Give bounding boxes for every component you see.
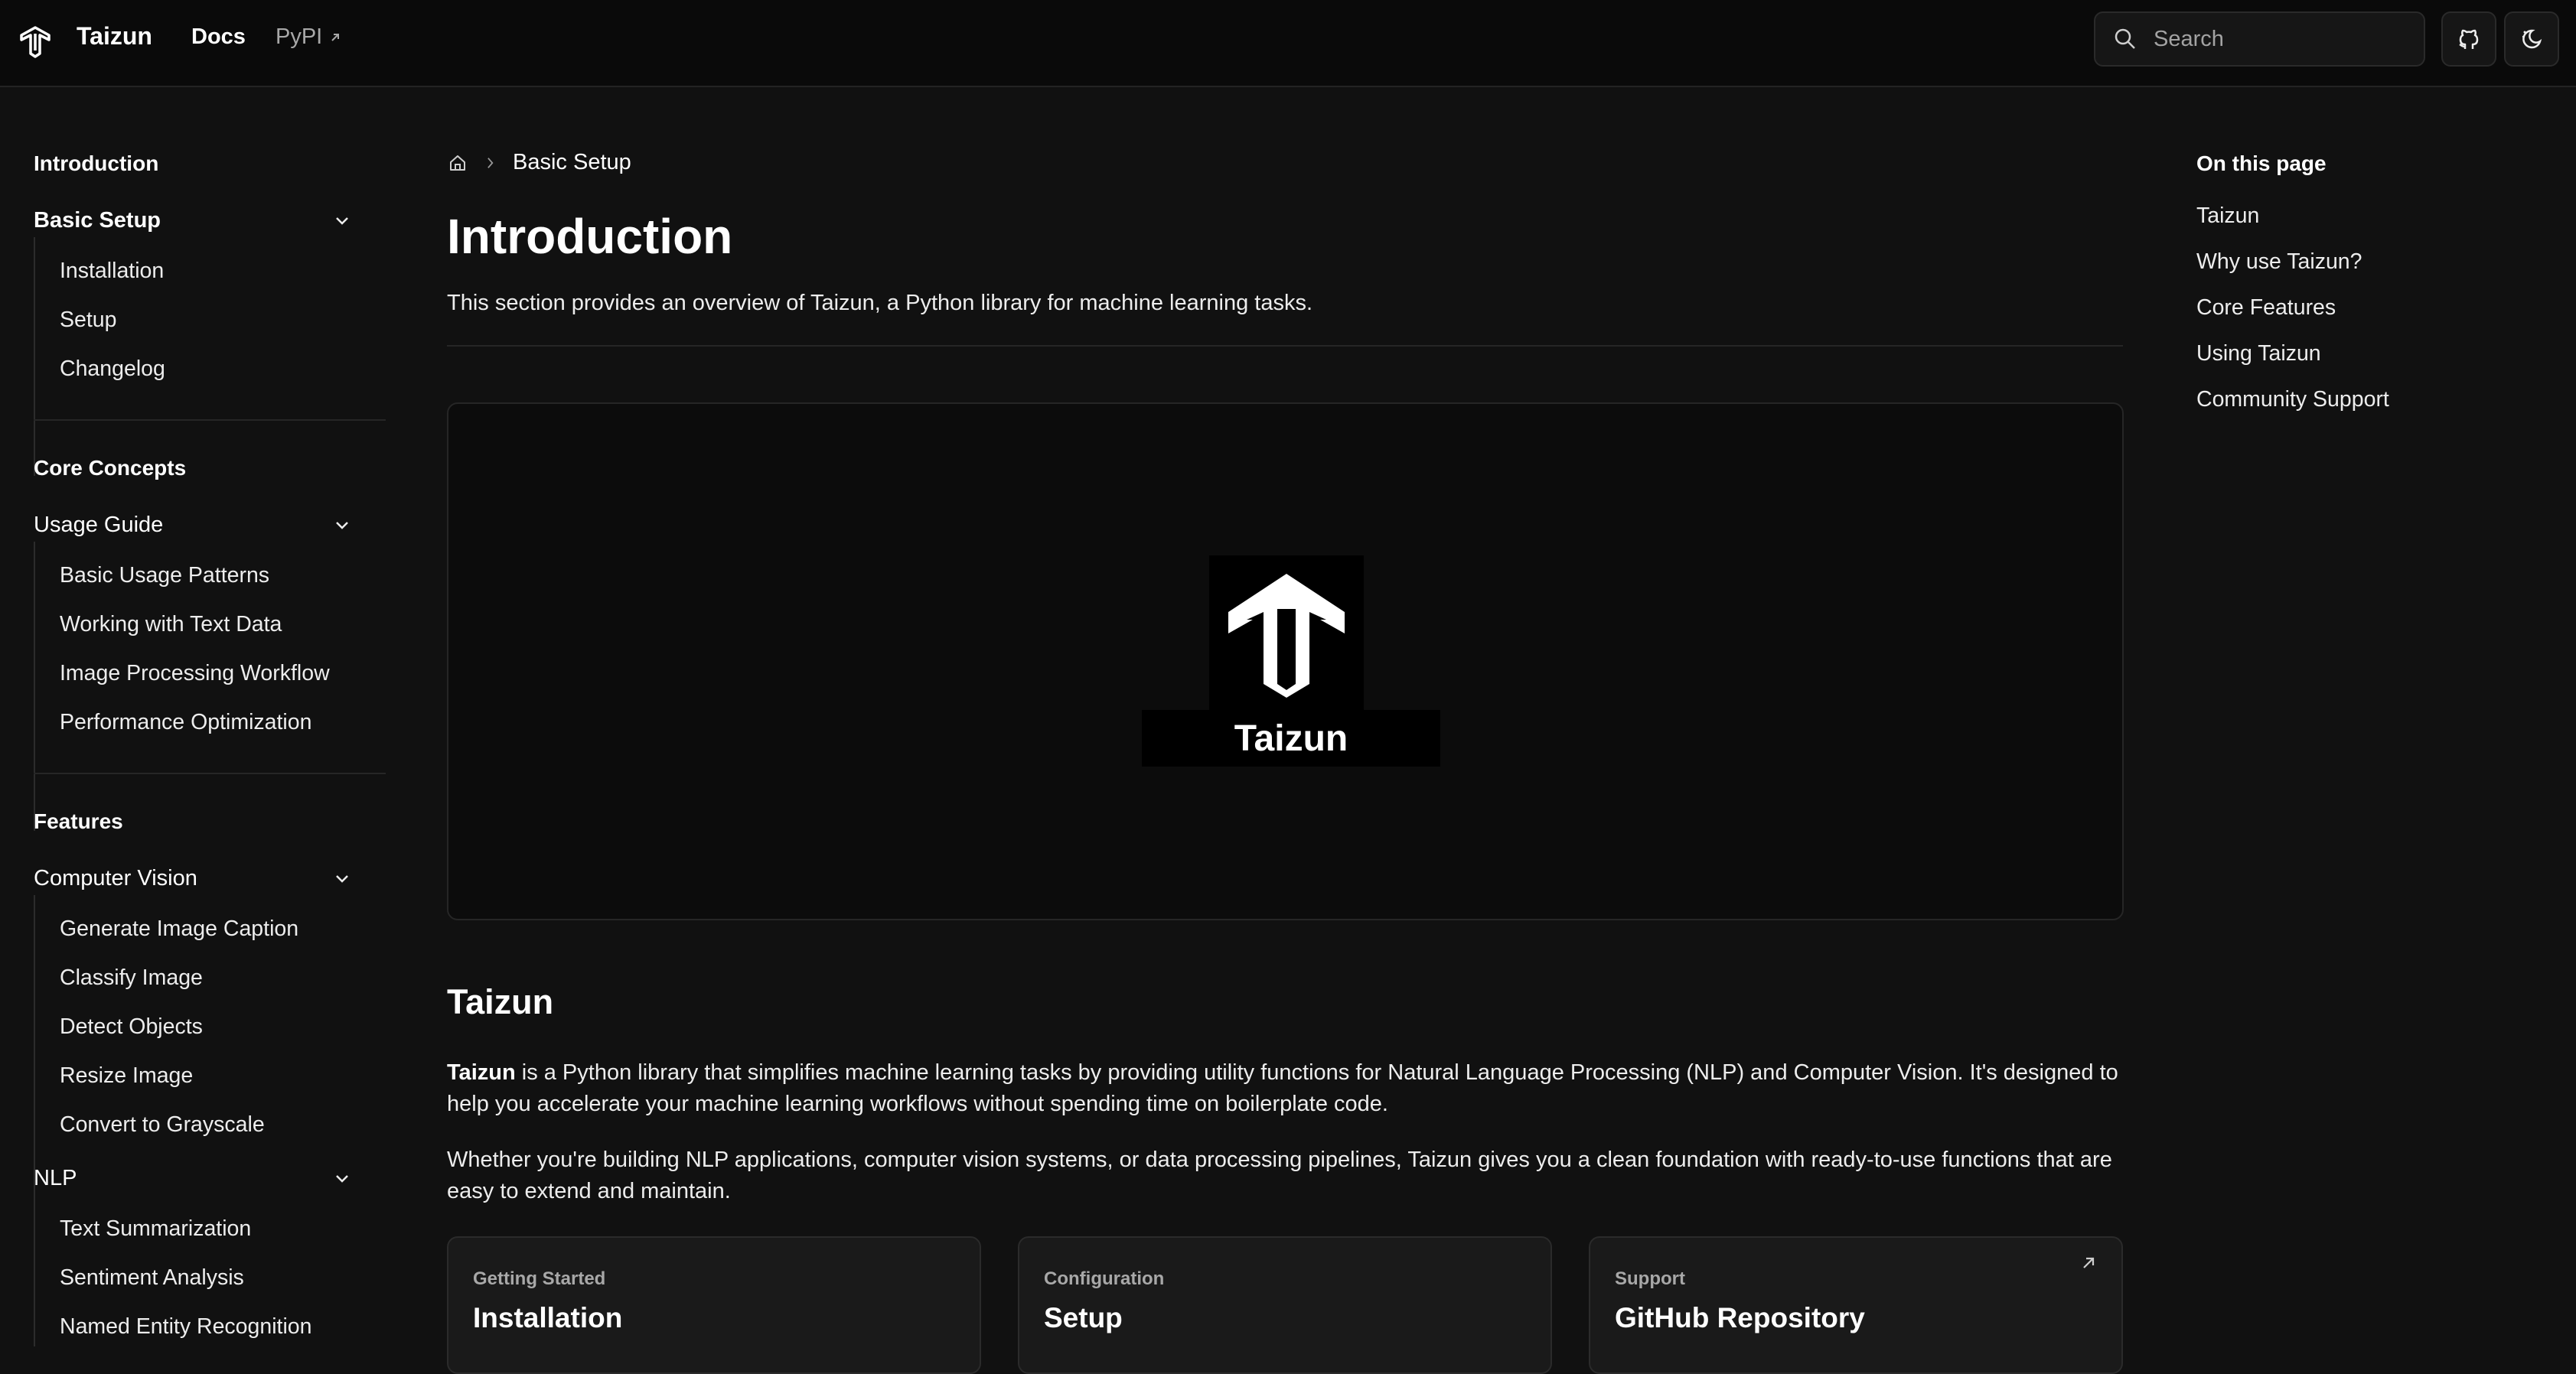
chevron-down-icon (336, 1175, 348, 1183)
sidebar-item-changelog[interactable]: Changelog (60, 357, 165, 382)
search-input[interactable] (2152, 25, 2412, 53)
toc-title: On this page (2196, 151, 2327, 175)
sidebar-item-performance-optimization[interactable]: Performance Optimization (60, 710, 311, 735)
card-kicker: Configuration (1044, 1268, 1165, 1289)
toc-item-core-features[interactable]: Core Features (2196, 295, 2336, 321)
chevron-down-icon (336, 217, 348, 225)
taizun-logo-icon[interactable] (18, 24, 52, 58)
sidebar-item-classify-image[interactable]: Classify Image (60, 965, 203, 991)
divider (447, 345, 2123, 347)
sidebar-section-introduction[interactable]: Introduction (34, 151, 158, 176)
sidebar-group-label: NLP (34, 1165, 77, 1190)
card-kicker: Getting Started (473, 1268, 606, 1289)
search-box[interactable] (2094, 11, 2425, 67)
theme-toggle-icon (2522, 29, 2542, 49)
sidebar-item-generate-image-caption[interactable]: Generate Image Caption (60, 917, 298, 942)
github-icon (2459, 29, 2479, 49)
toc-item-taizun[interactable]: Taizun (2196, 203, 2259, 229)
left-sidebar: Introduction Basic Setup Installation Se… (0, 89, 398, 1346)
taizun-logo-icon (1228, 574, 1345, 698)
sidebar-item-detect-objects[interactable]: Detect Objects (60, 1014, 203, 1040)
sidebar-group-label: Computer Vision (34, 865, 197, 890)
card-title: Setup (1044, 1302, 1123, 1333)
sidebar-item-installation[interactable]: Installation (60, 259, 164, 284)
toc-item-why-use-taizun[interactable]: Why use Taizun? (2196, 249, 2362, 275)
sidebar-item-resize-image[interactable]: Resize Image (60, 1063, 193, 1089)
external-link-icon (2083, 1257, 2095, 1268)
sidebar-divider (34, 419, 386, 421)
sidebar-item-image-processing-workflow[interactable]: Image Processing Workflow (60, 661, 330, 686)
sidebar-divider (34, 773, 386, 774)
sidebar-section-features[interactable]: Features (34, 809, 123, 834)
intro-paragraph-text: is a Python library that simplifies mach… (447, 1060, 2118, 1116)
intro-paragraph: Taizun is a Python library that simplifi… (447, 1057, 2123, 1120)
sidebar-group-basic-setup[interactable]: Basic Setup (34, 203, 363, 237)
theme-toggle-button[interactable] (2504, 11, 2559, 67)
card-setup[interactable]: Configuration Setup (1018, 1236, 1552, 1374)
card-installation[interactable]: Getting Started Installation (447, 1236, 981, 1374)
sidebar-item-text-summarization[interactable]: Text Summarization (60, 1216, 251, 1242)
section-heading-taizun: Taizun (447, 982, 554, 1021)
breadcrumb-current[interactable]: Basic Setup (513, 150, 631, 175)
sidebar-item-working-with-text-data[interactable]: Working with Text Data (60, 612, 282, 637)
hero-logo-wordmark: Taizun (1142, 710, 1440, 767)
sidebar-group-nlp[interactable]: NLP (34, 1161, 363, 1195)
chevron-right-icon (487, 157, 494, 168)
sidebar-item-sentiment-analysis[interactable]: Sentiment Analysis (60, 1265, 244, 1291)
external-link-icon (331, 33, 340, 41)
top-navbar: Taizun Docs PyPI (0, 0, 2576, 87)
page-title: Introduction (447, 209, 733, 264)
card-title: GitHub Repository (1615, 1302, 1865, 1333)
breadcrumb: Basic Setup (447, 150, 631, 175)
sidebar-section-core-concepts[interactable]: Core Concepts (34, 456, 186, 480)
sidebar-item-setup[interactable]: Setup (60, 308, 116, 333)
github-button[interactable] (2441, 11, 2496, 67)
secondary-paragraph: Whether you're building NLP applications… (447, 1148, 2112, 1203)
sidebar-item-named-entity-recognition[interactable]: Named Entity Recognition (60, 1314, 312, 1340)
sidebar-group-label: Usage Guide (34, 512, 164, 537)
home-icon[interactable] (447, 152, 468, 174)
toc-item-community-support[interactable]: Community Support (2196, 387, 2389, 412)
sidebar-group-computer-vision[interactable]: Computer Vision (34, 861, 363, 895)
nav-pypi-label: PyPI (276, 24, 323, 49)
card-github-repository[interactable]: Support GitHub Repository (1589, 1236, 2123, 1374)
brand-name[interactable]: Taizun (77, 22, 152, 50)
sidebar-rail (34, 542, 35, 831)
sidebar-group-usage-guide[interactable]: Usage Guide (34, 508, 363, 542)
nav-pypi-link[interactable]: PyPI (276, 24, 342, 50)
sidebar-rail (34, 1195, 35, 1346)
sidebar-group-label: Basic Setup (34, 207, 161, 233)
page-lead: This section provides an overview of Tai… (447, 291, 1313, 315)
nav-docs-link[interactable]: Docs (191, 24, 246, 50)
search-icon (2115, 28, 2135, 49)
sidebar-item-basic-usage-patterns[interactable]: Basic Usage Patterns (60, 563, 269, 588)
sidebar-rail (34, 237, 35, 476)
chevron-down-icon (336, 875, 348, 883)
sidebar-item-convert-to-grayscale[interactable]: Convert to Grayscale (60, 1112, 265, 1138)
card-title: Installation (473, 1302, 623, 1333)
card-kicker: Support (1615, 1268, 1685, 1289)
intro-paragraph-bold: Taizun (447, 1060, 516, 1085)
hero-logo (1209, 555, 1364, 713)
chevron-down-icon (336, 522, 348, 529)
toc-item-using-taizun[interactable]: Using Taizun (2196, 341, 2321, 366)
hero-image-card: Taizun (447, 402, 2124, 920)
